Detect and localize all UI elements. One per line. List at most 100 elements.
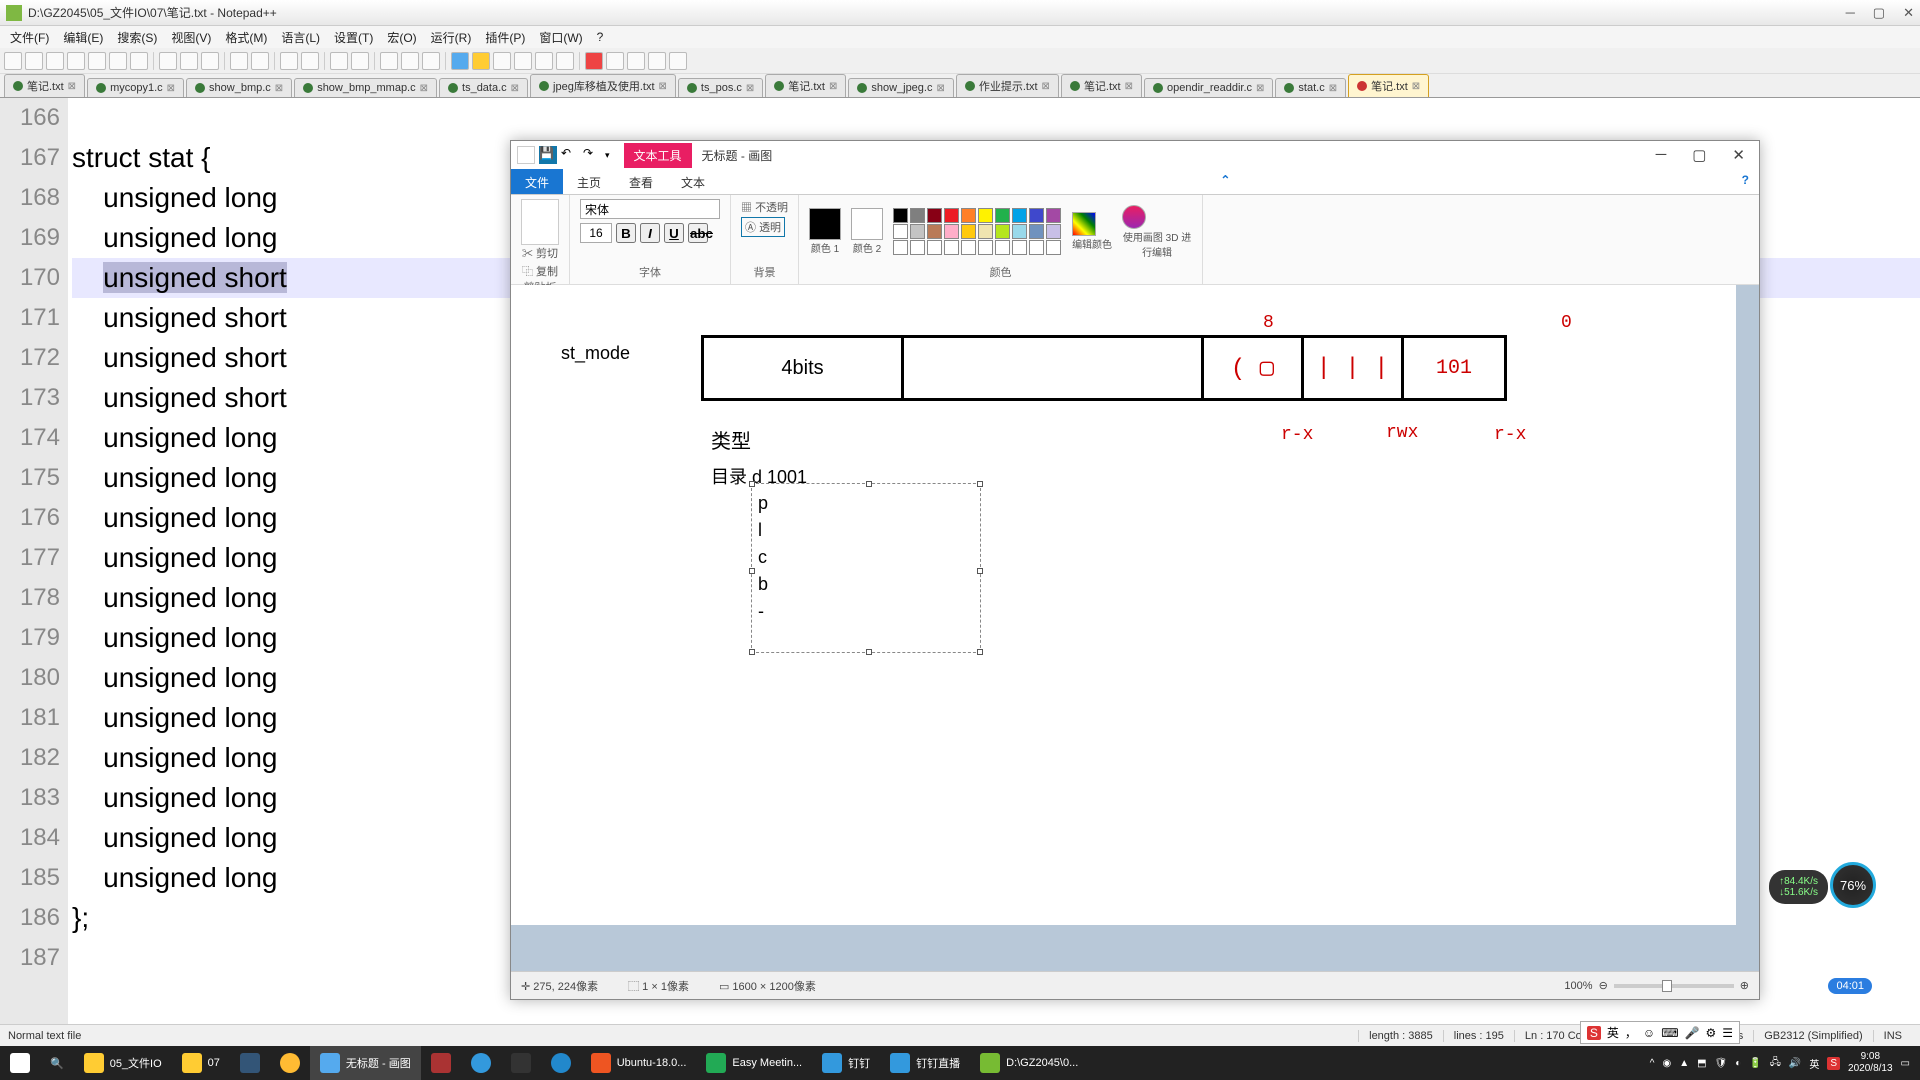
file-tab[interactable]: show_jpeg.c⊠ [848,78,954,97]
taskbar-folder-2[interactable]: 07 [172,1046,230,1080]
minimize-button[interactable]: ─ [1846,5,1855,21]
file-tab[interactable]: 笔记.txt⊠ [4,74,85,97]
file-tab[interactable]: show_bmp.c⊠ [186,78,292,97]
menu-item[interactable]: 设置(T) [328,27,379,48]
tray-network-icon[interactable]: 🖧 [1770,1055,1781,1072]
file-tab[interactable]: jpeg库移植及使用.txt⊠ [530,74,676,97]
tool-button-4[interactable] [514,52,532,70]
tab-file[interactable]: 文件 [511,169,563,194]
save-button[interactable] [46,52,64,70]
taskbar-weather[interactable] [270,1046,310,1080]
new-file-button[interactable] [4,52,22,70]
menu-item[interactable]: 搜索(S) [111,27,163,48]
paint3d-button[interactable] [1122,205,1146,229]
tool-button-5[interactable] [535,52,553,70]
ime-lang[interactable]: 英 [1607,1024,1619,1041]
palette-color[interactable] [1046,240,1061,255]
menu-item[interactable]: ? [591,28,610,46]
menu-item[interactable]: 视图(V) [165,27,217,48]
palette-color[interactable] [1029,208,1044,223]
play-button[interactable] [627,52,645,70]
wordwrap-button[interactable] [380,52,398,70]
ime-emoji-icon[interactable]: ☺ [1643,1026,1655,1040]
text-selection-box[interactable]: plcb- [751,483,981,653]
paint-minimize-button[interactable]: ─ [1656,146,1667,164]
paint-canvas[interactable]: st_mode 8 0 4bits ( ▢ | | | 101 r-x rwx … [511,285,1736,925]
menu-item[interactable]: 插件(P) [479,27,531,48]
ime-mic-icon[interactable]: 🎤 [1685,1026,1700,1040]
font-size-input[interactable] [580,223,612,243]
ime-menu-icon[interactable]: ☰ [1722,1026,1733,1040]
undo-button[interactable] [230,52,248,70]
print-button[interactable] [130,52,148,70]
palette-color[interactable] [1046,224,1061,239]
italic-button[interactable]: I [640,223,660,243]
copy-button[interactable]: ⿻ 复制 [522,263,558,279]
file-tab[interactable]: 笔记.txt⊠ [1061,74,1142,97]
save-macro-button[interactable] [669,52,687,70]
strike-button[interactable]: abc [688,223,708,243]
ime-keyboard-icon[interactable]: ⌨ [1661,1026,1678,1040]
save-all-button[interactable] [67,52,85,70]
palette-color[interactable] [1029,240,1044,255]
menu-item[interactable]: 窗口(W) [533,27,588,48]
palette-color[interactable] [944,240,959,255]
palette-color[interactable] [1012,208,1027,223]
transparent-option[interactable]: Ⓐ 透明 [741,217,785,237]
system-tray[interactable]: ^ ◉ ▲ ⬒ 🛡 ◐ 🔋 🖧 🔊 英 S 9:082020/8/13 ▭ [1640,1051,1920,1075]
netspeed-widget[interactable]: ↑84.4K/s↓51.6K/s [1769,870,1828,904]
help-dropdown[interactable]: ⌃ [1210,169,1240,194]
indent-guide-button[interactable] [422,52,440,70]
palette-color[interactable] [893,224,908,239]
palette-color[interactable] [910,224,925,239]
close-button[interactable]: ✕ [1903,5,1914,21]
paint-undo-button[interactable]: ↶ [561,146,579,164]
start-button[interactable]: ⊞ [0,1046,40,1080]
palette-color[interactable] [995,240,1010,255]
tool-button-6[interactable] [556,52,574,70]
menu-item[interactable]: 运行(R) [425,27,478,48]
tray-volume-icon[interactable]: 🔊 [1789,1058,1801,1069]
close-file-button[interactable] [88,52,106,70]
tab-text[interactable]: 文本 [667,169,719,194]
ime-punct-icon[interactable]: ， [1625,1024,1637,1041]
paint-redo-button[interactable]: ↷ [583,146,601,164]
menu-item[interactable]: 语言(L) [275,27,326,48]
tool-button[interactable] [451,52,469,70]
file-tab[interactable]: opendir_readdir.c⊠ [1144,78,1273,97]
palette-color[interactable] [1029,224,1044,239]
file-tab[interactable]: stat.c⊠ [1275,78,1346,97]
paste-button[interactable] [521,199,559,245]
find-button[interactable] [280,52,298,70]
text-edit-content[interactable]: plcb- [752,484,980,631]
tool-button-2[interactable] [472,52,490,70]
paste-button[interactable] [201,52,219,70]
file-tab[interactable]: 作业提示.txt⊠ [956,74,1059,97]
palette-color[interactable] [893,240,908,255]
bold-button[interactable]: B [616,223,636,243]
tray-ime-icon[interactable]: 英 [1809,1056,1819,1071]
help-button[interactable]: ? [1732,169,1759,194]
palette-color[interactable] [995,224,1010,239]
palette-color[interactable] [961,224,976,239]
taskbar-ubuntu[interactable]: Ubuntu-18.0... [581,1046,697,1080]
paint-close-button[interactable]: ✕ [1732,146,1745,164]
ime-toolbar[interactable]: S 英 ， ☺ ⌨ 🎤 ⚙ ☰ [1580,1021,1740,1044]
palette-color[interactable] [978,224,993,239]
zoom-in-button[interactable] [330,52,348,70]
show-symbol-button[interactable] [401,52,419,70]
tool-button-3[interactable] [493,52,511,70]
taskbar-app-4[interactable] [541,1046,581,1080]
file-tab[interactable]: ts_pos.c⊠ [678,78,763,97]
tab-view[interactable]: 查看 [615,169,667,194]
taskbar-folder-1[interactable]: 05_文件IO [74,1046,172,1080]
ime-settings-icon[interactable]: ⚙ [1705,1026,1716,1040]
opaque-option[interactable]: ▦ 不透明 [741,199,788,215]
color1-swatch[interactable] [809,208,841,240]
taskbar-dingtalk[interactable]: 钉钉 [812,1046,880,1080]
zoom-out-button[interactable] [351,52,369,70]
search-button[interactable]: 🔍 [40,1046,74,1080]
zoom-slider[interactable] [1614,984,1734,988]
palette-color[interactable] [893,208,908,223]
tray-icon[interactable]: ▲ [1679,1058,1689,1069]
